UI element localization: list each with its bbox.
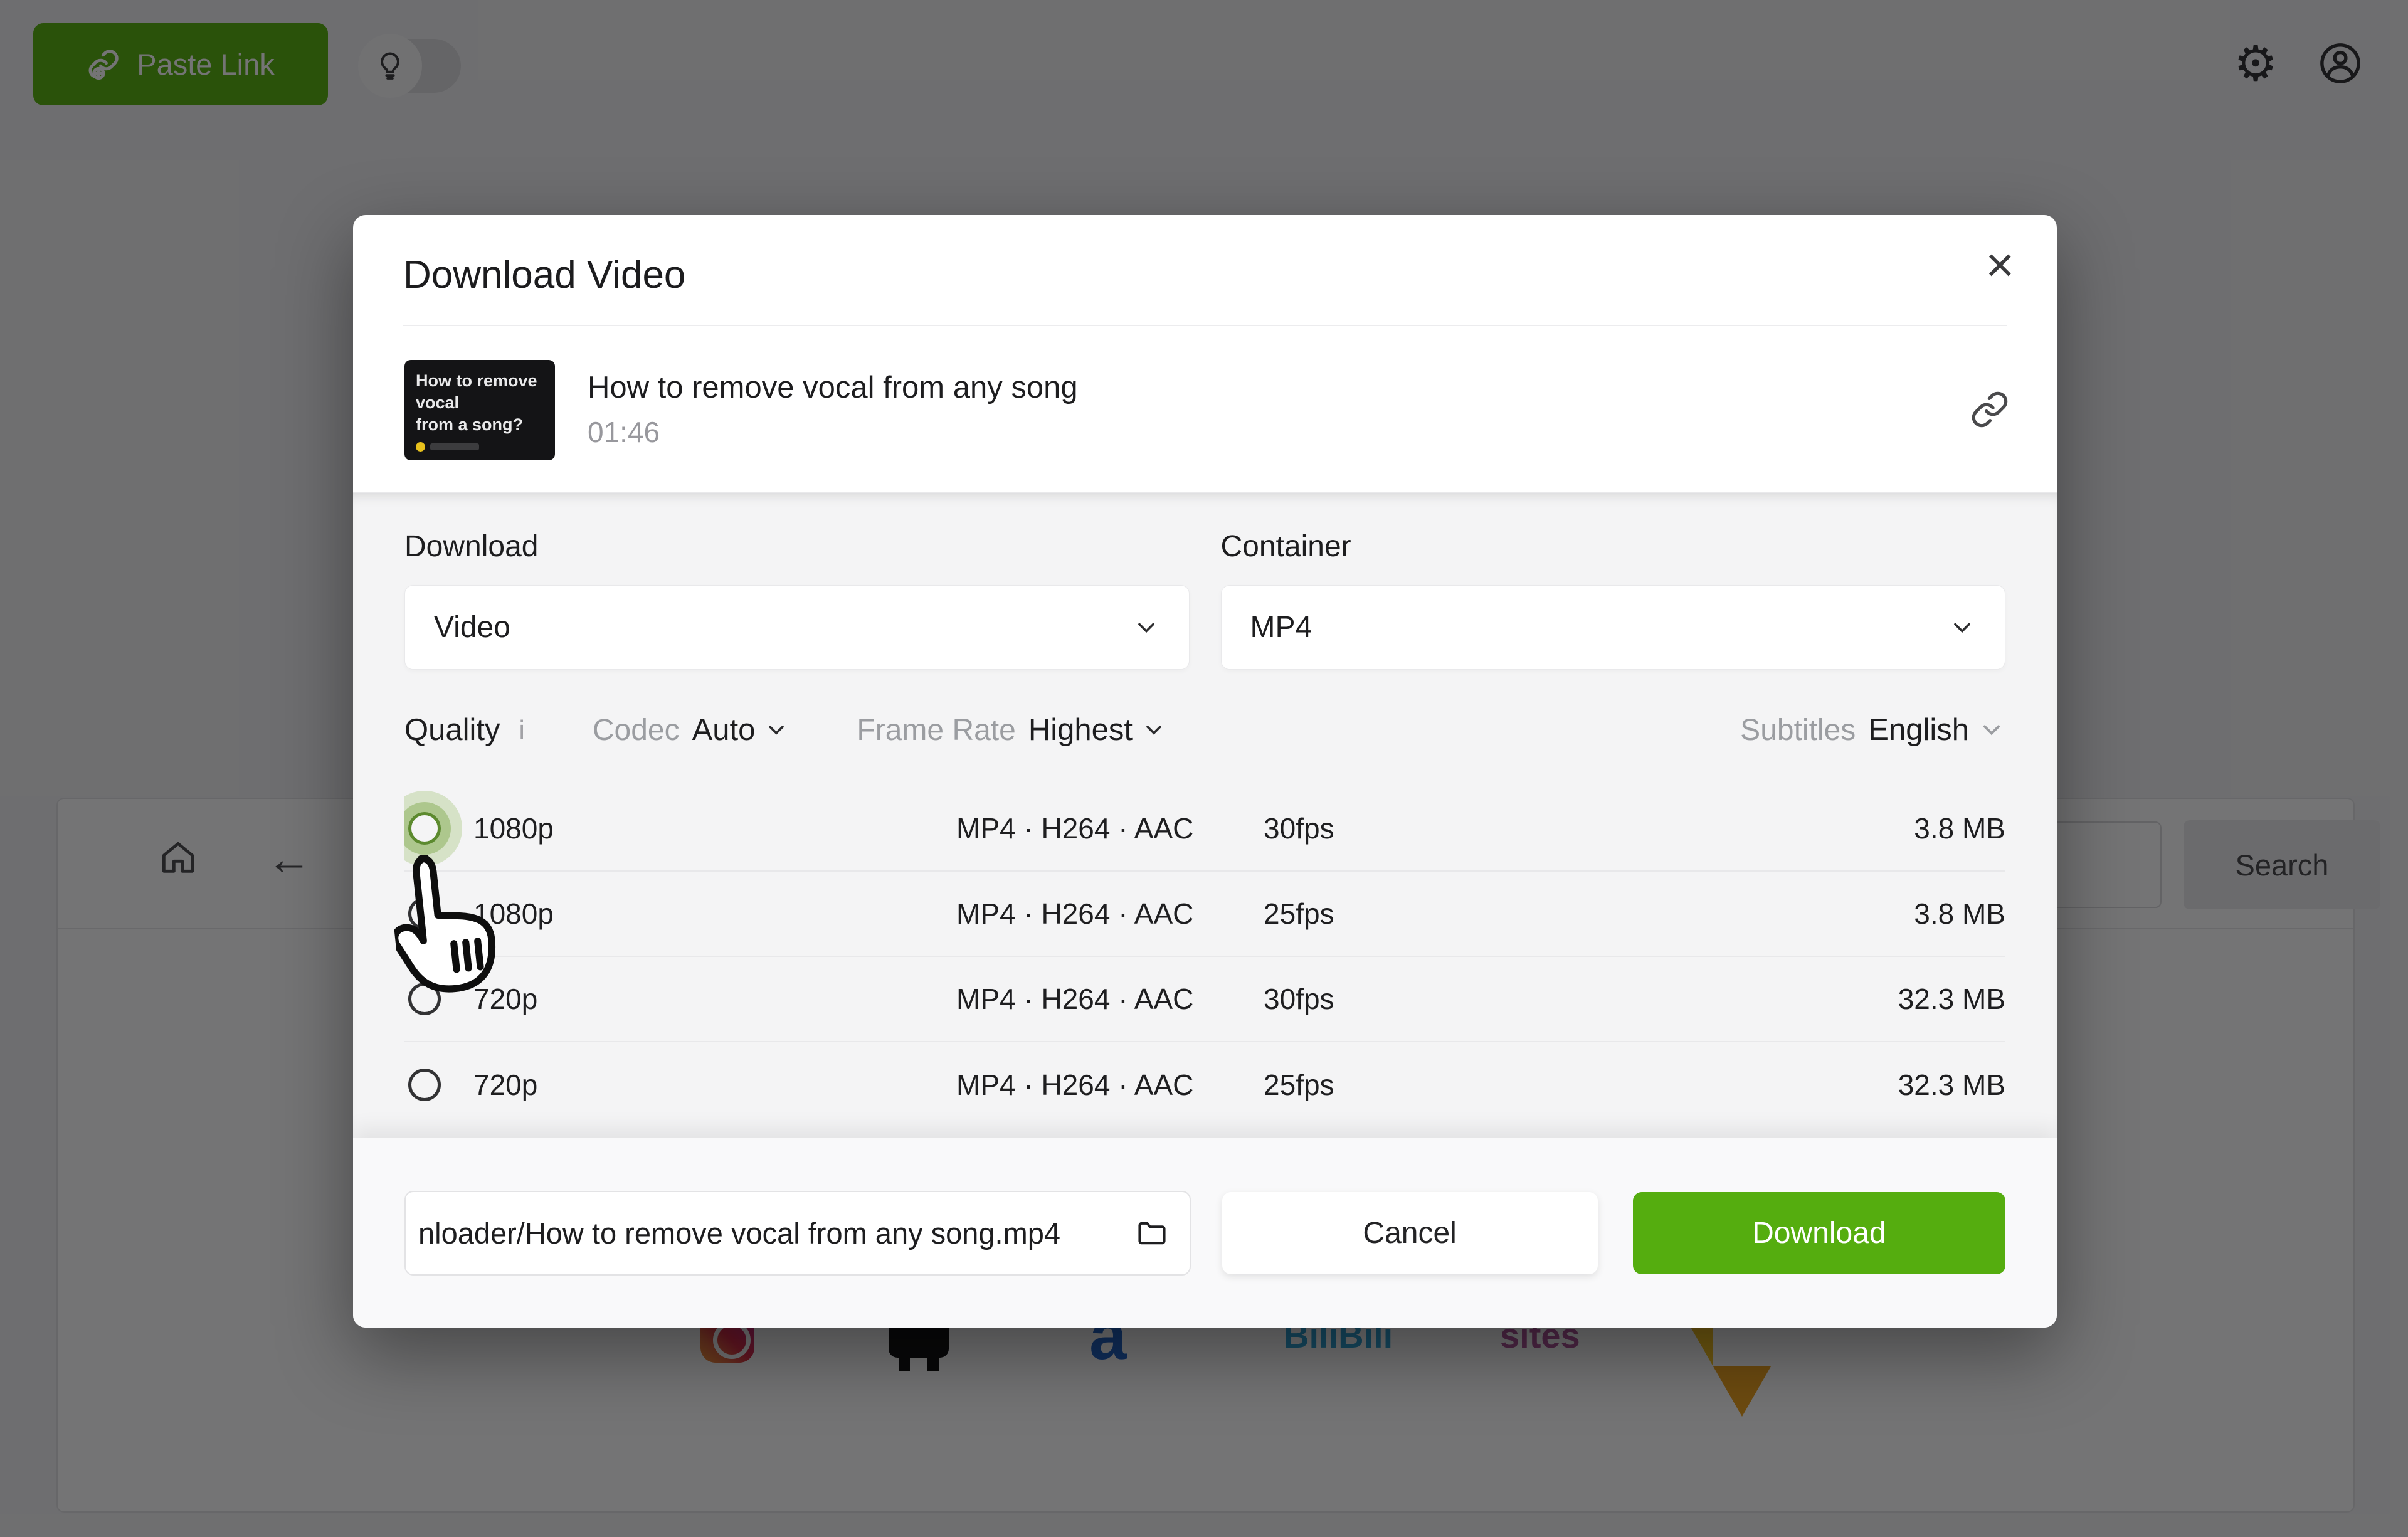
screen: Paste Link ⚙ ←	[0, 0, 2408, 1537]
folder-icon[interactable]	[1136, 1217, 1168, 1249]
thumbnail-text-line2: from a song?	[416, 415, 524, 434]
radio[interactable]	[408, 1069, 441, 1101]
chevron-down-icon	[1954, 623, 1970, 633]
hand-click-cursor	[391, 855, 496, 993]
download-type-label: Download	[404, 530, 539, 563]
modal-body: Download Video Container MP4 Quality i C…	[353, 492, 2057, 1138]
container-label: Container	[1220, 530, 1351, 563]
codec-dropdown[interactable]: Auto	[692, 712, 756, 747]
video-info-row: How to remove vocal from a song? How to …	[353, 326, 2057, 492]
video-title: How to remove vocal from any song	[588, 370, 1078, 404]
codec-label: Codec	[592, 713, 680, 747]
row-fps: 30fps	[1264, 983, 1334, 1015]
download-label: Download	[1752, 1216, 1886, 1250]
row-codec: MP4 · H264 · AAC	[956, 983, 1194, 1015]
quality-options-list: 1080p MP4 · H264 · AAC 30fps 3.8 MB 1080p MP4…	[404, 786, 2005, 1103]
cancel-button[interactable]: Cancel	[1222, 1191, 1598, 1274]
info-icon[interactable]: i	[519, 715, 525, 745]
row-fps: 30fps	[1264, 812, 1334, 845]
subtitles-dropdown[interactable]: English	[1868, 712, 1969, 747]
modal-title: Download Video	[403, 253, 686, 297]
download-video-modal: Download Video × How to remove vocal fro…	[353, 215, 2057, 1328]
row-quality: 1080p	[473, 812, 554, 845]
cancel-label: Cancel	[1363, 1216, 1457, 1250]
container-select[interactable]: MP4	[1220, 585, 2005, 670]
thumbnail-watermark	[416, 441, 479, 452]
save-path-field[interactable]	[404, 1190, 1191, 1276]
row-fps: 25fps	[1264, 1069, 1334, 1101]
quality-row[interactable]: 1080p MP4 · H264 · AAC 30fps 3.8 MB	[404, 786, 2005, 872]
download-button[interactable]: Download	[1632, 1191, 2005, 1274]
radio-selected[interactable]	[408, 812, 441, 845]
chevron-down-icon[interactable]	[1141, 717, 1166, 742]
quality-row[interactable]: 720p MP4 · H264 · AAC 25fps 32.3 MB	[404, 1042, 2005, 1103]
subtitles-label: Subtitles	[1740, 713, 1856, 747]
row-codec: MP4 · H264 · AAC	[956, 1069, 1194, 1101]
row-size: 3.8 MB	[1914, 812, 2005, 845]
thumbnail-text-line1: How to remove vocal	[416, 371, 537, 412]
row-fps: 25fps	[1264, 897, 1334, 930]
row-size: 32.3 MB	[1898, 983, 2005, 1015]
frame-rate-label: Frame Rate	[857, 713, 1016, 747]
row-codec: MP4 · H264 · AAC	[956, 897, 1194, 930]
row-size: 3.8 MB	[1914, 897, 2005, 930]
quality-row[interactable]: 720p MP4 · H264 · AAC 30fps 32.3 MB	[404, 957, 2005, 1042]
video-thumbnail: How to remove vocal from a song?	[404, 359, 555, 460]
chevron-down-icon[interactable]	[1978, 716, 2005, 744]
chevron-down-icon	[1138, 623, 1154, 633]
download-type-value: Video	[434, 611, 510, 644]
source-link-icon[interactable]	[1970, 390, 2009, 429]
container-value: MP4	[1250, 611, 1312, 644]
row-quality: 720p	[473, 1069, 538, 1101]
frame-rate-dropdown[interactable]: Highest	[1028, 712, 1133, 747]
download-type-select[interactable]: Video	[404, 585, 1190, 670]
close-icon[interactable]: ×	[1985, 240, 2014, 289]
row-codec: MP4 · H264 · AAC	[956, 812, 1194, 845]
quality-row[interactable]: 1080p MP4 · H264 · AAC 25fps 3.8 MB	[404, 872, 2005, 957]
modal-header: Download Video ×	[353, 215, 2057, 326]
video-duration: 01:46	[588, 415, 660, 448]
save-path-input[interactable]	[418, 1215, 1121, 1250]
modal-footer: Cancel Download	[353, 1138, 2057, 1328]
quality-label: Quality	[404, 713, 500, 747]
row-size: 32.3 MB	[1898, 1069, 2005, 1101]
chevron-down-icon[interactable]	[764, 717, 789, 742]
